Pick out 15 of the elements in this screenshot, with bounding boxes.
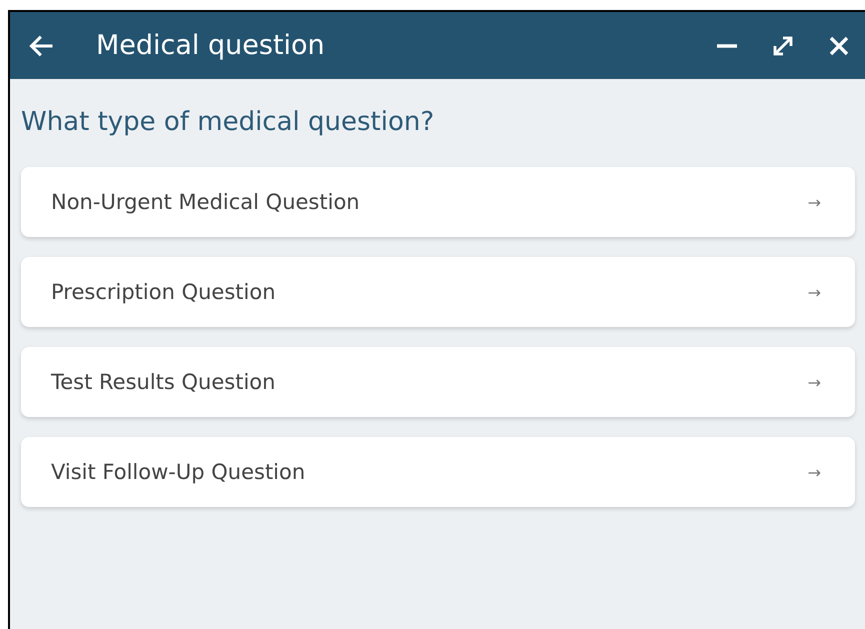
arrow-glyph: → <box>808 462 821 482</box>
option-card[interactable]: Test Results Question → <box>21 347 855 417</box>
option-card[interactable]: Visit Follow-Up Question → <box>21 437 855 507</box>
option-label: Test Results Question <box>51 370 276 394</box>
arrow-glyph: → <box>808 372 821 392</box>
option-label: Visit Follow-Up Question <box>51 460 306 484</box>
option-card[interactable]: Non-Urgent Medical Question → <box>21 167 855 237</box>
question-heading: What type of medical question? <box>21 106 436 139</box>
option-card[interactable]: Prescription Question → <box>21 257 855 327</box>
option-label: Non-Urgent Medical Question <box>51 190 360 214</box>
arrow-glyph: → <box>808 282 821 302</box>
maximize-icon[interactable] <box>771 34 795 58</box>
window-title: Medical question <box>96 30 325 61</box>
arrow-glyph: → <box>808 192 821 212</box>
option-label: Prescription Question <box>51 280 276 304</box>
